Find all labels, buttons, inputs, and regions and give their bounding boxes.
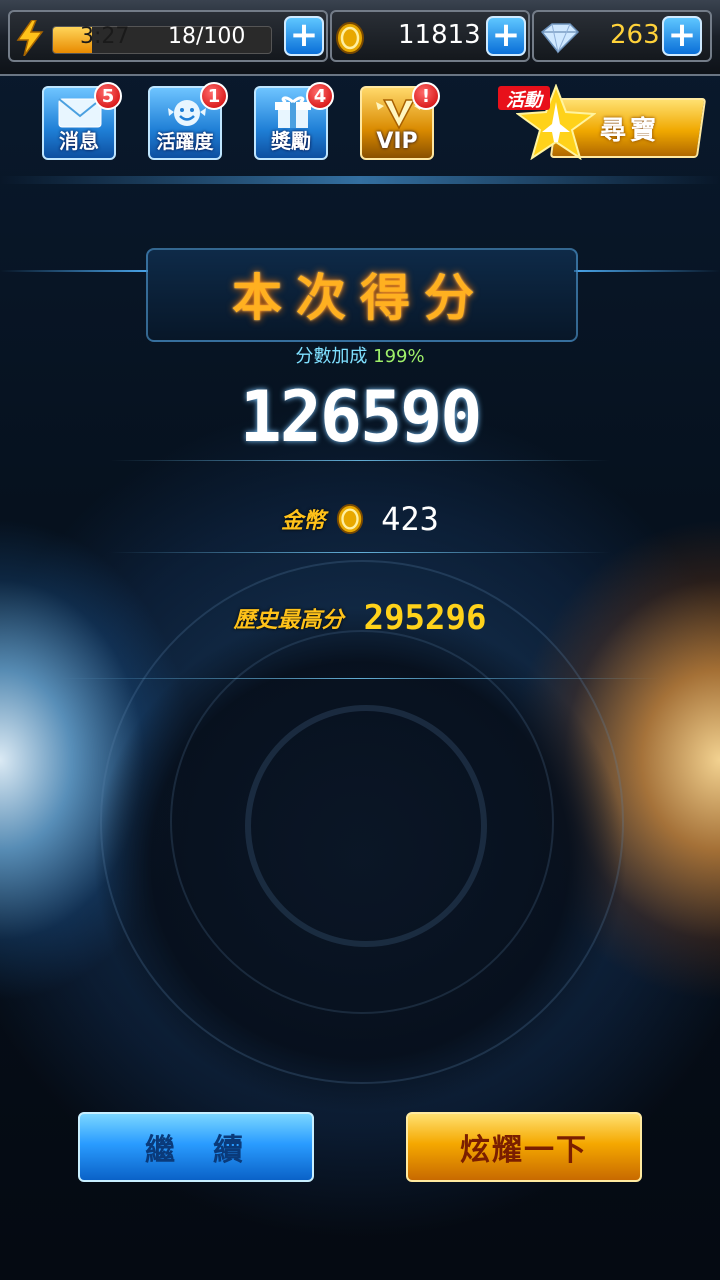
divider-best: [60, 678, 660, 679]
score-bonus-label: 分數加成: [295, 346, 368, 367]
add-coins-button[interactable]: +: [486, 16, 526, 56]
add-energy-button[interactable]: +: [284, 16, 324, 56]
status-bar: 3:27 18/100 + 11813 + 263 +: [0, 0, 720, 76]
nav-messages-badge: 5: [94, 82, 122, 110]
nav-messages-button[interactable]: 消息 5: [42, 82, 122, 160]
coins-earned-row: 金幣 423: [0, 500, 720, 538]
continue-label: 繼 續: [145, 1133, 247, 1168]
score-bonus: 分數加成 199%: [0, 342, 720, 368]
event-tag: 活動: [498, 86, 550, 111]
coins-earned-label: 金幣: [281, 509, 326, 534]
nav-activity-label: 活躍度: [156, 131, 214, 153]
high-score-label: 歷史最高分: [233, 608, 344, 633]
result-title: 本次得分: [232, 269, 488, 327]
diamond-icon: [540, 23, 580, 54]
high-score-value: 295296: [363, 598, 487, 638]
nav-vip-label: VIP: [376, 129, 418, 154]
coins-earned-value: 423: [381, 500, 439, 538]
nav-messages-label: 消息: [59, 129, 99, 153]
nav-rewards-label: 獎勵: [271, 129, 311, 153]
energy-count: 18/100: [168, 24, 246, 49]
space-background: [0, 0, 720, 1280]
current-score: 126590: [239, 376, 483, 458]
continue-button[interactable]: 繼 續: [78, 1112, 314, 1182]
treasure-hunt-label: 尋寶: [600, 116, 661, 146]
nav-rewards-button[interactable]: 獎勵 4: [254, 82, 334, 160]
nav-activity-button[interactable]: 活躍度 1: [148, 82, 228, 160]
nav-activity-badge: 1: [200, 82, 228, 110]
energy-timer: 3:27: [80, 24, 130, 49]
treasure-hunt-button[interactable]: 尋寶 活動: [498, 84, 707, 160]
nav-vip-button[interactable]: VIP !: [360, 82, 440, 160]
show-off-label: 炫耀一下: [460, 1133, 588, 1168]
score-bonus-value: 199%: [373, 346, 425, 367]
gold-coin-icon: [336, 22, 364, 54]
divider-coins: [110, 552, 610, 553]
nav-divider: [0, 176, 720, 184]
high-score-row: 歷史最高分 295296: [0, 598, 720, 638]
show-off-button[interactable]: 炫耀一下: [406, 1112, 642, 1182]
nav-vip-badge: !: [412, 82, 440, 110]
gold-coin-icon: [336, 504, 364, 534]
add-diamonds-button[interactable]: +: [662, 16, 702, 56]
lightning-icon: [16, 20, 44, 56]
coins-count: 11813: [398, 20, 481, 50]
divider-score: [110, 460, 610, 461]
planet-ring-inner: [245, 705, 487, 947]
diamonds-count: 263: [610, 20, 660, 50]
nav-rewards-badge: 4: [306, 82, 334, 110]
